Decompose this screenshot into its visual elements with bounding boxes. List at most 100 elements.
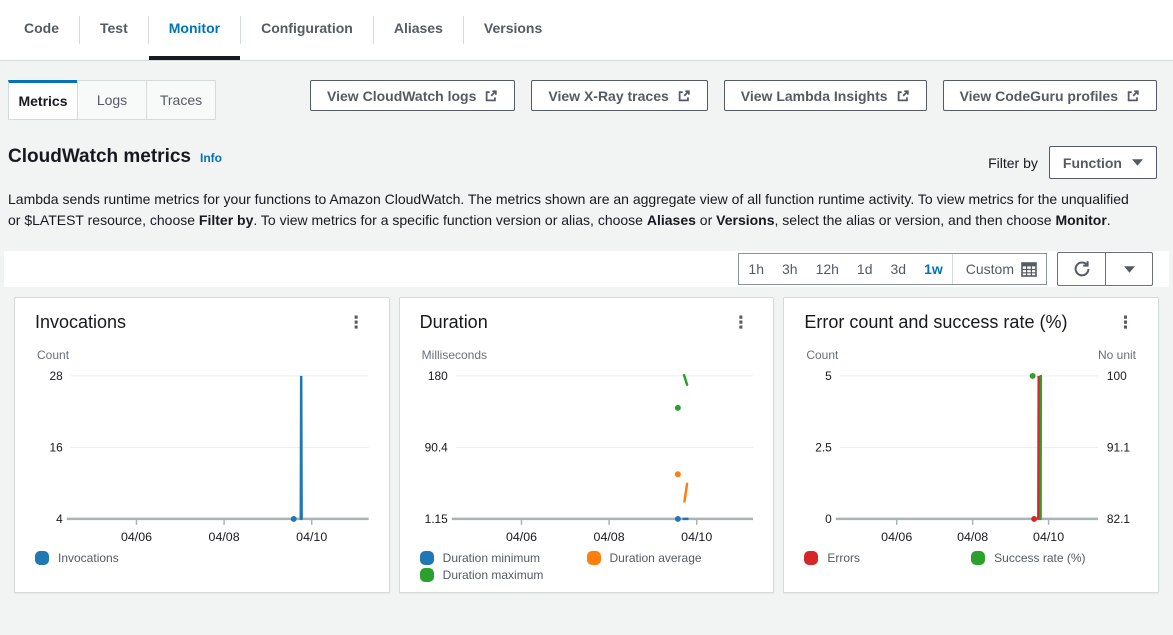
tab-configuration[interactable]: Configuration — [241, 0, 373, 60]
dropdown-value: Function — [1063, 155, 1122, 171]
custom-label: Custom — [966, 261, 1014, 277]
legend-color-icon — [804, 551, 818, 565]
y-tick-label: 5 — [826, 369, 833, 383]
legend-item-duration-minimum[interactable]: Duration minimum — [420, 551, 587, 565]
caret-down-icon — [1124, 266, 1135, 273]
chart-plot: 2816404/0604/0804/10 — [35, 366, 369, 549]
button-label: View Lambda Insights — [741, 88, 888, 104]
calendar-icon — [1021, 262, 1037, 277]
y-axis-label-left: Count — [806, 348, 838, 362]
kebab-menu-icon[interactable]: ⋮ — [1113, 312, 1138, 333]
y-axis-label-left: Milliseconds — [422, 348, 487, 362]
legend-label: Duration average — [610, 551, 702, 565]
time-range-selector: 1h 3h 12h 1d 3d 1w Custom — [738, 253, 1047, 285]
chart-card-duration: Duration⋮Milliseconds18090.41.1504/0604/… — [399, 297, 775, 593]
custom-range-button[interactable]: Custom — [952, 254, 1046, 284]
chart-legend: Errors Success rate (%) — [804, 551, 1138, 565]
external-link-icon — [896, 89, 910, 103]
data-point — [291, 516, 297, 522]
legend-color-icon — [420, 551, 434, 565]
view-lambda-insights-button[interactable]: View Lambda Insights — [724, 80, 927, 111]
legend-color-icon — [35, 551, 49, 565]
legend-item-duration-average[interactable]: Duration average — [587, 551, 754, 565]
y-axis-label-right: No unit — [1098, 348, 1136, 362]
charts-row: Invocations⋮Count2816404/0604/0804/10Inv… — [14, 297, 1159, 593]
tab-versions[interactable]: Versions — [464, 0, 562, 60]
x-tick-label: 04/06 — [882, 530, 913, 544]
data-point — [675, 516, 681, 522]
x-tick-label: 04/06 — [506, 530, 537, 544]
time-range-12h[interactable]: 12h — [807, 254, 848, 284]
kebab-menu-icon[interactable]: ⋮ — [728, 312, 753, 333]
data-line — [1039, 376, 1040, 519]
y-tick-label: 28 — [50, 369, 64, 383]
subtab-logs[interactable]: Logs — [77, 80, 147, 120]
view-cloudwatch-logs-button[interactable]: View CloudWatch logs — [310, 80, 515, 111]
function-tab-bar: Code Test Monitor Configuration Aliases … — [0, 0, 1173, 61]
chart-title: Error count and success rate (%) — [804, 312, 1067, 333]
button-label: View X-Ray traces — [548, 88, 668, 104]
legend-item-invocations[interactable]: Invocations — [35, 551, 202, 565]
y-axis-label-left: Count — [37, 348, 69, 362]
info-link[interactable]: Info — [200, 151, 222, 165]
y-tick-label-right: 100 — [1107, 369, 1127, 383]
time-range-3h[interactable]: 3h — [773, 254, 807, 284]
chart-legend: Duration minimum Duration average Duration… — [420, 551, 754, 582]
y-tick-label: 16 — [50, 440, 64, 454]
legend-label: Duration maximum — [443, 568, 544, 582]
legend-item-duration-maximum[interactable]: Duration maximum — [420, 568, 587, 582]
x-tick-label: 04/08 — [957, 530, 988, 544]
kebab-menu-icon[interactable]: ⋮ — [344, 312, 369, 333]
subtab-traces[interactable]: Traces — [146, 80, 216, 120]
tab-aliases[interactable]: Aliases — [374, 0, 463, 60]
view-codeguru-profiles-button[interactable]: View CodeGuru profiles — [943, 80, 1157, 111]
x-tick-label: 04/10 — [1033, 530, 1064, 544]
time-range-1d[interactable]: 1d — [848, 254, 882, 284]
button-label: View CloudWatch logs — [327, 88, 476, 104]
external-view-buttons: View CloudWatch logs View X-Ray traces V… — [310, 80, 1165, 111]
tab-monitor[interactable]: Monitor — [149, 0, 240, 60]
refresh-button[interactable] — [1058, 253, 1105, 285]
chart-card-invocations: Invocations⋮Count2816404/0604/0804/10Inv… — [14, 297, 390, 593]
data-line — [684, 375, 687, 385]
time-range-1h[interactable]: 1h — [739, 254, 773, 284]
tab-test[interactable]: Test — [80, 0, 148, 60]
external-link-icon — [1126, 89, 1140, 103]
time-range-1w[interactable]: 1w — [915, 254, 952, 284]
metrics-description: Lambda sends runtime metrics for your fu… — [8, 189, 1133, 231]
tab-code[interactable]: Code — [4, 0, 79, 60]
subtab-metrics[interactable]: Metrics — [8, 80, 78, 120]
legend-label: Invocations — [58, 551, 119, 565]
time-range-strip: 1h 3h 12h 1d 3d 1w Custom — [4, 251, 1169, 287]
chart-card-error-count-and-success-rate: Error count and success rate (%) ⋮ Count No… — [783, 297, 1159, 593]
data-point — [1032, 516, 1038, 522]
external-link-icon — [677, 89, 691, 103]
y-tick-label-right: 91.1 — [1107, 440, 1131, 454]
view-xray-traces-button[interactable]: View X-Ray traces — [531, 80, 707, 111]
function-filter-dropdown[interactable]: Function — [1049, 146, 1157, 179]
legend-item-success-rate[interactable]: Success rate (%) — [971, 551, 1138, 565]
y-tick-label: 0 — [826, 512, 833, 526]
x-tick-label: 04/08 — [593, 530, 624, 544]
x-tick-label: 04/06 — [121, 530, 152, 544]
y-tick-label: 4 — [56, 512, 63, 526]
data-point — [675, 471, 681, 477]
x-tick-label: 04/08 — [209, 530, 240, 544]
refresh-options-button[interactable] — [1105, 253, 1152, 285]
y-tick-label: 90.4 — [424, 440, 448, 454]
data-point — [675, 405, 681, 411]
legend-item-errors[interactable]: Errors — [804, 551, 971, 565]
legend-color-icon — [587, 551, 601, 565]
data-line — [684, 484, 687, 502]
refresh-controls — [1057, 252, 1153, 286]
chart-plot: 18090.41.1504/0604/0804/10 — [420, 366, 754, 549]
data-line — [301, 376, 302, 519]
external-link-icon — [484, 89, 498, 103]
refresh-icon — [1072, 259, 1092, 279]
time-range-3d[interactable]: 3d — [882, 254, 916, 284]
monitor-subtabs: Metrics Logs Traces — [8, 80, 216, 120]
legend-color-icon — [420, 568, 434, 582]
legend-color-icon — [971, 551, 985, 565]
y-tick-label: 2.5 — [816, 440, 833, 454]
legend-label: Success rate (%) — [994, 551, 1085, 565]
